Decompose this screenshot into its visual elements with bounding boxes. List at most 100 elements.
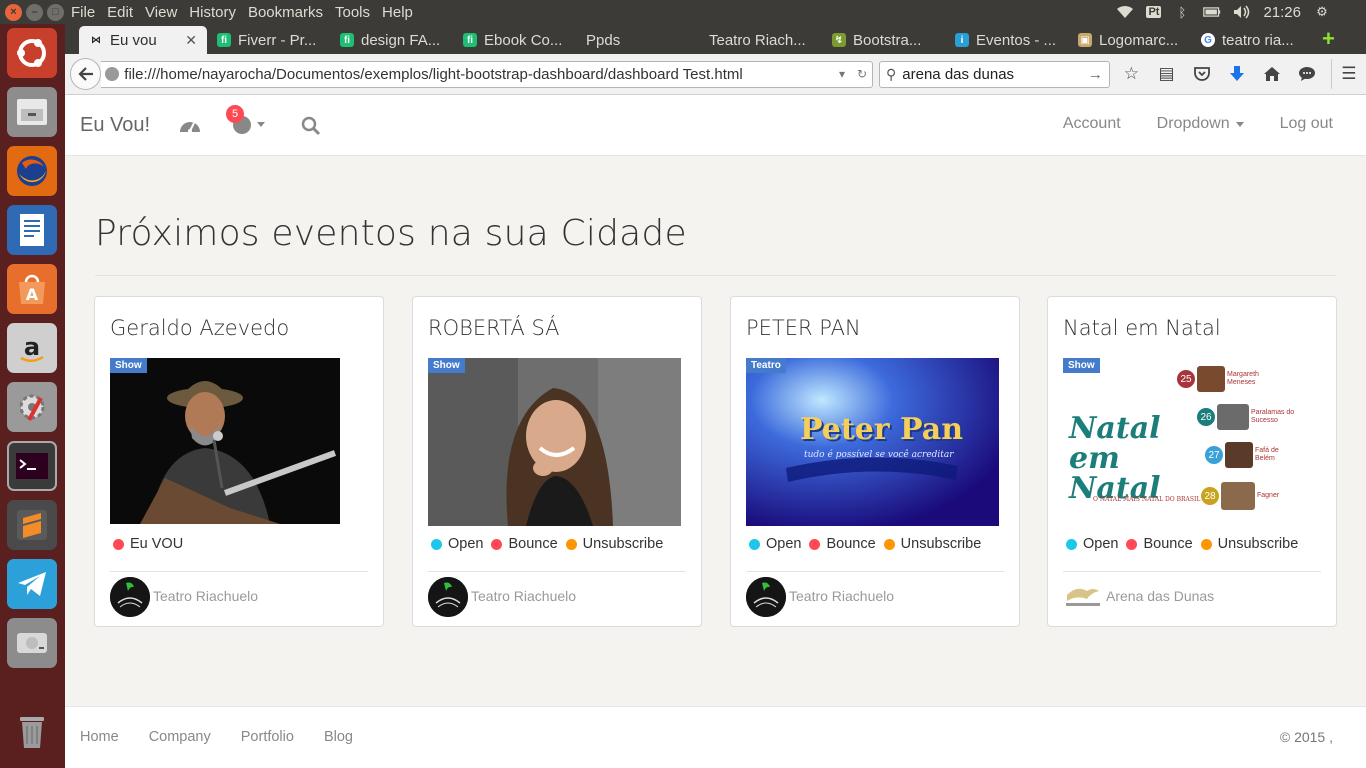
menu-file[interactable]: File <box>65 4 101 21</box>
dashboard-gauge-icon[interactable] <box>179 116 201 134</box>
window-restore-button[interactable]: □ <box>47 3 64 21</box>
tab-label: Teatro Riach... <box>709 31 806 49</box>
battery-icon[interactable] <box>1203 4 1221 20</box>
pocket-icon[interactable] <box>1184 59 1219 89</box>
card-title[interactable]: Geraldo Azevedo <box>110 316 289 340</box>
footer-link-portfolio[interactable]: Portfolio <box>241 729 294 745</box>
hamburger-menu-icon[interactable]: ☰ <box>1330 59 1366 89</box>
url-history-dropdown-icon[interactable]: ▾ <box>832 67 852 81</box>
tab-teatro-ria-google[interactable]: G teatro ria... <box>1191 26 1314 54</box>
libreoffice-writer-icon[interactable] <box>7 205 57 255</box>
chat-icon[interactable] <box>1290 59 1325 89</box>
event-photo[interactable]: Show <box>110 358 340 524</box>
menu-help[interactable]: Help <box>376 4 419 21</box>
window-close-button[interactable]: × <box>5 3 22 21</box>
fiverr-icon: fi <box>217 33 231 47</box>
menu-history[interactable]: History <box>183 4 242 21</box>
tab-bootstrap[interactable]: ↯ Bootstra... <box>822 26 945 54</box>
software-center-icon[interactable]: A <box>7 264 57 314</box>
unity-launcher: A a <box>0 24 65 768</box>
reload-icon[interactable]: ↻ <box>852 67 872 81</box>
tab-eu-vou[interactable]: ⋈ Eu vou ✕ <box>79 26 207 54</box>
account-link[interactable]: Account <box>1063 115 1121 133</box>
menu-bookmarks[interactable]: Bookmarks <box>242 4 329 21</box>
logout-link[interactable]: Log out <box>1280 115 1333 133</box>
tab-teatro-riachuelo[interactable]: Teatro Riach... <box>699 26 822 54</box>
venue-name[interactable]: Arena das Dunas <box>1106 588 1214 604</box>
menu-tools[interactable]: Tools <box>329 4 376 21</box>
venue-name[interactable]: Teatro Riachuelo <box>153 588 258 604</box>
terminal-icon[interactable] <box>7 441 57 491</box>
telegram-icon[interactable] <box>7 559 57 609</box>
card-title[interactable]: Natal em Natal <box>1063 316 1221 340</box>
venue-name[interactable]: Teatro Riachuelo <box>789 588 894 604</box>
reading-list-icon[interactable]: ▤ <box>1149 59 1184 89</box>
tab-ebook-co[interactable]: fi Ebook Co... <box>453 26 576 54</box>
image-icon: ▣ <box>1078 33 1092 47</box>
venue-logo-arena-das-dunas[interactable] <box>1063 577 1103 617</box>
venue-logo-teatro-riachuelo[interactable] <box>746 577 786 617</box>
search-text[interactable]: arena das dunas <box>902 66 1088 83</box>
trash-icon[interactable] <box>7 706 57 756</box>
venue-name[interactable]: Teatro Riachuelo <box>471 588 576 604</box>
footer-link-company[interactable]: Company <box>149 729 211 745</box>
event-card-peter-pan[interactable]: PETER PAN Peter Pan tudo é possível se v… <box>730 296 1020 627</box>
page-footer: Home Company Portfolio Blog © 2015 , <box>65 706 1366 768</box>
venue-logo-teatro-riachuelo[interactable] <box>428 577 468 617</box>
tab-fiverr[interactable]: fi Fiverr - Pr... <box>207 26 330 54</box>
home-icon[interactable] <box>1254 59 1289 89</box>
event-photo[interactable]: Show <box>428 358 681 526</box>
site-identity-icon[interactable] <box>105 67 120 81</box>
tab-design-fa[interactable]: fi design FA... <box>330 26 453 54</box>
dropdown-menu-toggle[interactable]: Dropdown <box>1157 115 1244 133</box>
url-text[interactable]: file:///home/nayarocha/Documentos/exempl… <box>124 66 832 83</box>
event-photo[interactable]: Peter Pan tudo é possível se você acredi… <box>746 358 999 526</box>
menu-view[interactable]: View <box>139 4 183 21</box>
card-title[interactable]: ROBERTÁ SÁ <box>428 316 560 340</box>
firefox-icon[interactable] <box>7 146 57 196</box>
volume-icon[interactable] <box>1233 4 1251 20</box>
system-settings-icon[interactable] <box>7 382 57 432</box>
footer-link-home[interactable]: Home <box>80 729 119 745</box>
back-button[interactable] <box>70 58 102 90</box>
event-card-geraldo-azevedo[interactable]: Geraldo Azevedo Show Eu VOU Teatro Riach… <box>94 296 384 627</box>
power-gear-icon[interactable]: ⚙ <box>1313 4 1331 20</box>
sublime-text-icon[interactable] <box>7 500 57 550</box>
tab-logomarca[interactable]: ▣ Logomarc... <box>1068 26 1191 54</box>
artist-photo <box>1197 366 1225 392</box>
venue-logo-teatro-riachuelo[interactable] <box>110 577 150 617</box>
card-title[interactable]: PETER PAN <box>746 316 861 340</box>
event-card-natal-em-natal[interactable]: Natal em Natal Natal em Natal O NATAL MA… <box>1047 296 1337 627</box>
files-icon[interactable] <box>7 87 57 137</box>
downloads-icon[interactable] <box>1219 59 1254 89</box>
bluetooth-icon[interactable]: ᛒ <box>1173 4 1191 20</box>
url-bar[interactable]: file:///home/nayarocha/Documentos/exempl… <box>101 60 874 88</box>
tab-close-icon[interactable]: ✕ <box>165 32 197 49</box>
menu-edit[interactable]: Edit <box>101 4 139 21</box>
notifications-dropdown[interactable]: 5 <box>226 105 269 137</box>
search-go-arrow-icon[interactable]: → <box>1088 66 1103 83</box>
window-minimize-button[interactable]: – <box>26 3 43 21</box>
event-poster[interactable]: Natal em Natal O NATAL MAIS NATAL DO BRA… <box>1063 358 1306 526</box>
peter-pan-logo-text: Peter Pan <box>800 412 964 447</box>
bookmark-star-icon[interactable]: ☆ <box>1114 59 1149 89</box>
legend-item-open: Open <box>749 536 801 552</box>
ubuntu-dash-icon[interactable] <box>7 28 57 78</box>
clock[interactable]: 21:26 <box>1263 4 1301 21</box>
tab-eventos[interactable]: i Eventos - ... <box>945 26 1068 54</box>
disk-drive-icon[interactable] <box>7 618 57 668</box>
tab-ppds[interactable]: Ppds <box>576 26 699 54</box>
brand-link[interactable]: Eu Vou! <box>80 114 150 137</box>
footer-link-blog[interactable]: Blog <box>324 729 353 745</box>
legend-dot <box>491 538 503 550</box>
search-icon[interactable] <box>301 116 321 136</box>
new-tab-plus-icon[interactable]: + <box>1322 26 1335 54</box>
svg-text:A: A <box>26 285 39 304</box>
amazon-icon[interactable]: a <box>7 323 57 373</box>
legend-label: Open <box>448 536 484 552</box>
search-engine-icon[interactable]: ⚲ <box>886 66 896 83</box>
search-input[interactable]: ⚲ arena das dunas → <box>879 60 1110 88</box>
wifi-icon[interactable] <box>1116 4 1134 20</box>
keyboard-layout-indicator[interactable]: Pt <box>1146 6 1162 18</box>
event-card-roberta-sa[interactable]: ROBERTÁ SÁ Show Open Bounce Unsubscribe … <box>412 296 702 627</box>
